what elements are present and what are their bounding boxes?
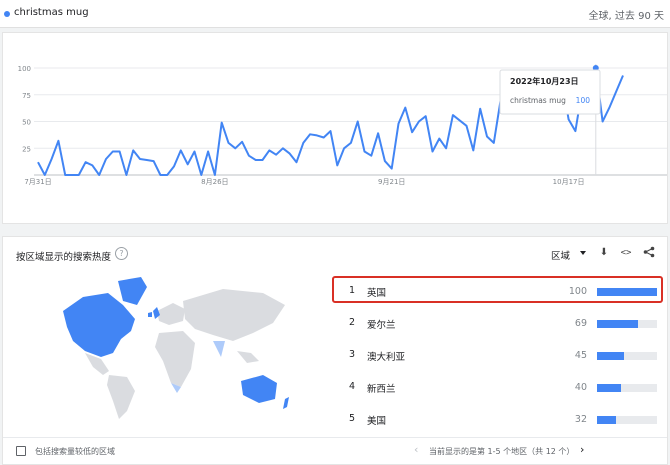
ranking-row[interactable]: 5 美国 32 (333, 405, 663, 433)
chevron-left-icon[interactable]: ‹ (414, 443, 418, 456)
region-value: 45 (574, 350, 587, 361)
embed-icon[interactable]: <> (619, 246, 633, 260)
pager-text: 当前显示的是第 1-5 个地区（共 12 个） (429, 447, 575, 456)
low-volume-checkbox-label: 包括搜索量较低的区域 (35, 447, 115, 456)
y-tick-label: 25 (22, 145, 31, 153)
map-mexico (85, 353, 109, 375)
chevron-down-icon[interactable] (580, 251, 586, 255)
value-bar-fill (597, 416, 617, 424)
region-value: 40 (574, 382, 587, 393)
series-color-dot (4, 11, 10, 17)
region-name: 新西兰 (367, 384, 396, 395)
value-bar-fill (597, 352, 624, 360)
map-south-america (107, 375, 135, 419)
world-map[interactable] (23, 271, 293, 421)
search-term-bar: christmas mug 全球, 过去 90 天 (0, 0, 670, 28)
region-name: 爱尔兰 (367, 320, 396, 331)
region-value: 32 (574, 414, 587, 425)
region-footer: 包括搜索量较低的区域 ‹ 当前显示的是第 1-5 个地区（共 12 个） › (3, 437, 667, 465)
map-asia (183, 289, 285, 341)
value-bar-fill (597, 320, 639, 328)
share-icon[interactable] (642, 246, 656, 260)
chevron-right-icon[interactable]: › (580, 443, 584, 456)
highlight-box (332, 276, 663, 303)
y-tick-label: 100 (18, 65, 31, 73)
x-tick-label: 10月17日 (553, 178, 585, 186)
region-name: 美国 (367, 416, 387, 427)
rank-number: 3 (349, 349, 356, 360)
map-north-america (63, 293, 135, 357)
interest-over-time-card: 100 75 50 25 7月31日 8月26日 9月21日 10月17日 2022年10月23… (2, 32, 668, 224)
map-ireland (148, 312, 152, 317)
y-tick-label: 50 (22, 119, 31, 127)
interest-line-chart[interactable]: 100 75 50 25 7月31日 8月26日 9月21日 10月17日 2022年10月23… (3, 33, 667, 223)
rank-number: 4 (349, 381, 356, 392)
region-value: 69 (574, 318, 587, 329)
ranking-row[interactable]: 2 爱尔兰 69 (333, 309, 663, 337)
tooltip-value: 100 (576, 96, 591, 105)
download-icon[interactable]: ⬇ (597, 246, 611, 260)
map-europe (157, 303, 185, 325)
ranking-row[interactable]: 4 新西兰 40 (333, 373, 663, 401)
value-bar-track (597, 384, 657, 392)
region-name: 澳大利亚 (367, 352, 406, 363)
tooltip-series-label: christmas mug (510, 96, 566, 105)
rank-number: 5 (349, 413, 356, 424)
rank-number: 2 (349, 317, 356, 328)
x-tick-label: 7月31日 (24, 178, 51, 186)
x-tick-label: 9月21日 (378, 178, 405, 186)
section-title: 按区域显示的搜索热度 (16, 252, 112, 263)
value-bar-fill (597, 384, 621, 392)
map-se-asia (237, 351, 259, 363)
help-icon[interactable]: ? (115, 247, 128, 260)
map-greenland (118, 277, 147, 305)
interest-by-region-card: 按区域显示的搜索热度 ? 区域 ⬇ <> 1 英国 100 2 爱尔兰 69 3… (2, 236, 668, 465)
y-tick-label: 75 (22, 92, 31, 100)
ranking-row[interactable]: 3 澳大利亚 45 (333, 341, 663, 369)
map-africa (155, 331, 195, 387)
value-bar-track (597, 320, 657, 328)
search-term: christmas mug (14, 7, 89, 18)
scope-label: 全球, 过去 90 天 (588, 11, 664, 22)
map-new-zealand (283, 397, 289, 409)
low-volume-checkbox[interactable] (16, 446, 26, 456)
tooltip-date: 2022年10月23日 (510, 76, 579, 86)
map-australia (241, 375, 277, 403)
map-india (213, 341, 225, 357)
value-bar-track (597, 352, 657, 360)
value-bar-track (597, 416, 657, 424)
x-tick-label: 8月26日 (201, 178, 228, 186)
region-dropdown[interactable]: 区域 (551, 248, 570, 262)
